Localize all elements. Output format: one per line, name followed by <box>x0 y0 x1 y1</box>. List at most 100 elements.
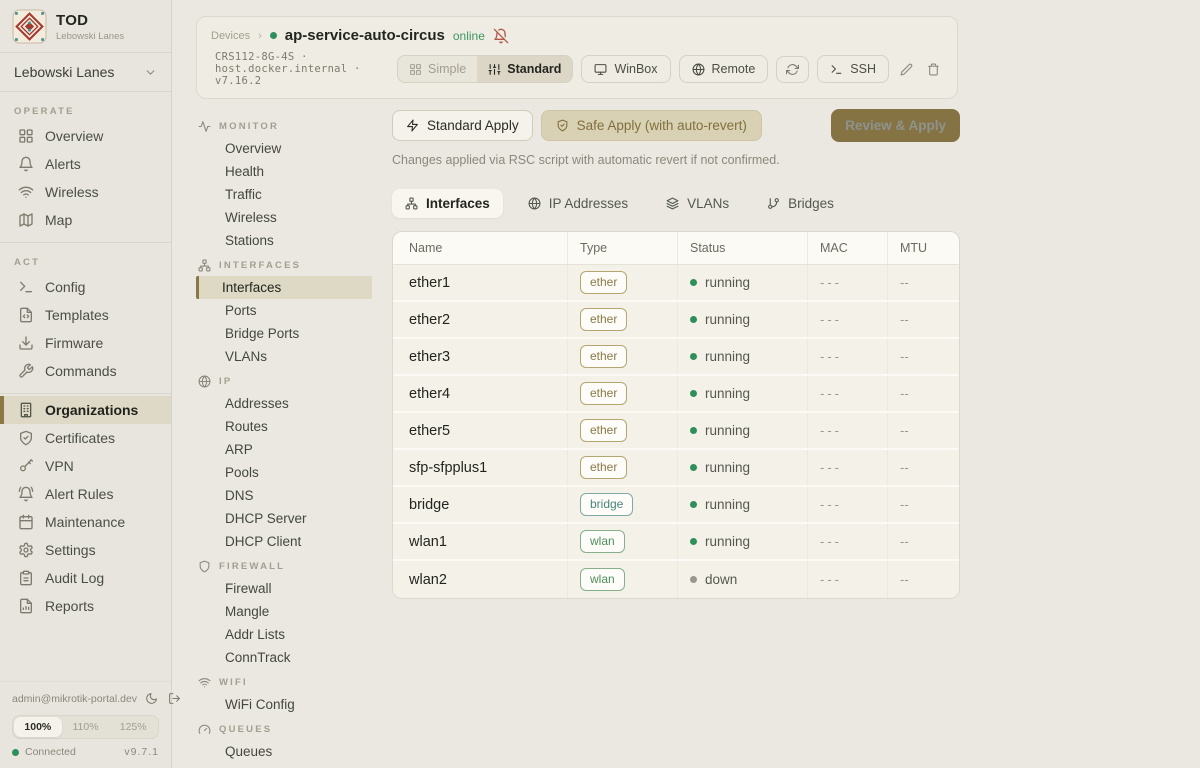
mac-value: --- <box>820 275 842 290</box>
zoom-option-100[interactable]: 100% <box>14 717 62 737</box>
device-nav-item-overview[interactable]: Overview <box>196 137 372 160</box>
status-label: running <box>705 312 750 327</box>
device-nav-item-routes[interactable]: Routes <box>196 415 372 438</box>
sidebar-item-templates[interactable]: Templates <box>0 301 171 329</box>
view-toggle-label: Standard <box>507 62 561 76</box>
table-row-ether2[interactable]: ether2etherrunning----- <box>393 302 959 339</box>
cell-status: running <box>677 265 807 300</box>
sidebar-item-overview[interactable]: Overview <box>0 122 171 150</box>
device-nav-item-interfaces[interactable]: Interfaces <box>196 276 372 299</box>
sidebar: TOD Lebowski Lanes Lebowski Lanes OPERAT… <box>0 0 172 768</box>
grid-icon <box>409 63 422 76</box>
status-label: running <box>705 497 750 512</box>
device-nav-item-vlans[interactable]: VLANs <box>196 345 372 368</box>
device-nav-item-health[interactable]: Health <box>196 160 372 183</box>
table-row-ether4[interactable]: ether4etherrunning----- <box>393 376 959 413</box>
breadcrumb-devices-link[interactable]: Devices <box>211 30 250 42</box>
sidebar-footer: admin@mikrotik-portal.dev 100%110%125% C… <box>0 681 171 768</box>
device-nav-item-wireless[interactable]: Wireless <box>196 206 372 229</box>
trash-button[interactable] <box>924 60 943 79</box>
refresh-button[interactable] <box>776 56 809 83</box>
sidebar-item-audit-log[interactable]: Audit Log <box>0 564 171 592</box>
sidebar-item-settings[interactable]: Settings <box>0 536 171 564</box>
sidebar-item-reports[interactable]: Reports <box>0 592 171 620</box>
device-nav-section-label: QUEUES <box>219 724 272 735</box>
sidebar-item-vpn[interactable]: VPN <box>0 452 171 480</box>
status-dot-icon <box>690 464 697 471</box>
safe-apply-label: Safe Apply (with auto-revert) <box>577 118 747 133</box>
cell-mac: --- <box>807 524 887 559</box>
cell-mtu: -- <box>887 376 959 411</box>
device-nav-item-bridge-ports[interactable]: Bridge Ports <box>196 322 372 345</box>
standard-apply-button[interactable]: Standard Apply <box>392 110 533 141</box>
device-nav-item-firewall[interactable]: Firewall <box>196 577 372 600</box>
safe-apply-button[interactable]: Safe Apply (with auto-revert) <box>541 110 762 141</box>
tab-bridges[interactable]: Bridges <box>754 189 847 218</box>
table-row-ether3[interactable]: ether3etherrunning----- <box>393 339 959 376</box>
device-nav-item-pools[interactable]: Pools <box>196 461 372 484</box>
network-icon <box>405 197 418 210</box>
clipboard-icon <box>18 570 34 586</box>
cell-name: wlan1 <box>393 524 567 559</box>
table-row-ether1[interactable]: ether1etherrunning----- <box>393 265 959 302</box>
remote-button[interactable]: Remote <box>679 55 769 83</box>
device-nav-item-dhcp-client[interactable]: DHCP Client <box>196 530 372 553</box>
device-nav-section-label: MONITOR <box>219 121 279 132</box>
device-nav-section-label: INTERFACES <box>219 260 301 271</box>
sidebar-item-label: Overview <box>45 128 103 144</box>
device-nav-item-stations[interactable]: Stations <box>196 229 372 252</box>
sidebar-item-config[interactable]: Config <box>0 273 171 301</box>
device-nav-item-addresses[interactable]: Addresses <box>196 392 372 415</box>
sidebar-item-map[interactable]: Map <box>0 206 171 234</box>
cell-mac: --- <box>807 413 887 448</box>
mac-value: --- <box>820 534 842 549</box>
sidebar-item-alerts[interactable]: Alerts <box>0 150 171 178</box>
device-nav-item-arp[interactable]: ARP <box>196 438 372 461</box>
table-row-wlan1[interactable]: wlan1wlanrunning----- <box>393 524 959 561</box>
trash-icon <box>927 63 940 76</box>
device-nav-item-wifi-config[interactable]: WiFi Config <box>196 693 372 716</box>
brand: TOD Lebowski Lanes <box>0 0 171 52</box>
sidebar-item-alert-rules[interactable]: Alert Rules <box>0 480 171 508</box>
winbox-button[interactable]: WinBox <box>581 55 670 83</box>
tab-ip-addresses[interactable]: IP Addresses <box>515 189 641 218</box>
review-apply-button[interactable]: Review & Apply <box>831 109 960 142</box>
device-nav-item-mangle[interactable]: Mangle <box>196 600 372 623</box>
table-row-bridge[interactable]: bridgebridgerunning----- <box>393 487 959 524</box>
grid-icon <box>18 128 34 144</box>
device-nav-item-dns[interactable]: DNS <box>196 484 372 507</box>
status-label: running <box>705 349 750 364</box>
ssh-button[interactable]: SSH <box>817 55 889 83</box>
status-label: running <box>705 534 750 549</box>
table-row-ether5[interactable]: ether5etherrunning----- <box>393 413 959 450</box>
zoom-option-110[interactable]: 110% <box>62 717 110 737</box>
sidebar-item-wireless[interactable]: Wireless <box>0 178 171 206</box>
view-toggle-standard[interactable]: Standard <box>477 56 572 82</box>
view-toggle-simple[interactable]: Simple <box>398 56 477 82</box>
sidebar-item-commands[interactable]: Commands <box>0 357 171 385</box>
sidebar-item-maintenance[interactable]: Maintenance <box>0 508 171 536</box>
building-icon <box>18 402 34 418</box>
device-nav-item-addr-lists[interactable]: Addr Lists <box>196 623 372 646</box>
dark-mode-toggle[interactable] <box>143 690 160 707</box>
cell-status: running <box>677 487 807 522</box>
device-nav-item-traffic[interactable]: Traffic <box>196 183 372 206</box>
table-row-wlan2[interactable]: wlan2wlandown----- <box>393 561 959 598</box>
zoom-option-125[interactable]: 125% <box>109 717 157 737</box>
pencil-button[interactable] <box>897 60 916 79</box>
workspace-name: Lebowski Lanes <box>14 64 114 80</box>
tab-vlans[interactable]: VLANs <box>653 189 742 218</box>
sidebar-item-certificates[interactable]: Certificates <box>0 424 171 452</box>
view-toggle: Simple Standard <box>397 55 573 83</box>
device-nav-item-ports[interactable]: Ports <box>196 299 372 322</box>
tab-interfaces[interactable]: Interfaces <box>392 189 503 218</box>
table-row-sfp-sfpplus1[interactable]: sfp-sfpplus1etherrunning----- <box>393 450 959 487</box>
workspace-selector[interactable]: Lebowski Lanes <box>0 52 171 92</box>
device-nav-item-conntrack[interactable]: ConnTrack <box>196 646 372 669</box>
view-toggle-label: Simple <box>428 62 466 76</box>
sidebar-item-firmware[interactable]: Firmware <box>0 329 171 357</box>
device-nav-item-dhcp-server[interactable]: DHCP Server <box>196 507 372 530</box>
device-nav-item-queues[interactable]: Queues <box>196 740 372 763</box>
sidebar-item-organizations[interactable]: Organizations <box>0 396 171 424</box>
bell-slash-icon[interactable] <box>493 28 509 44</box>
